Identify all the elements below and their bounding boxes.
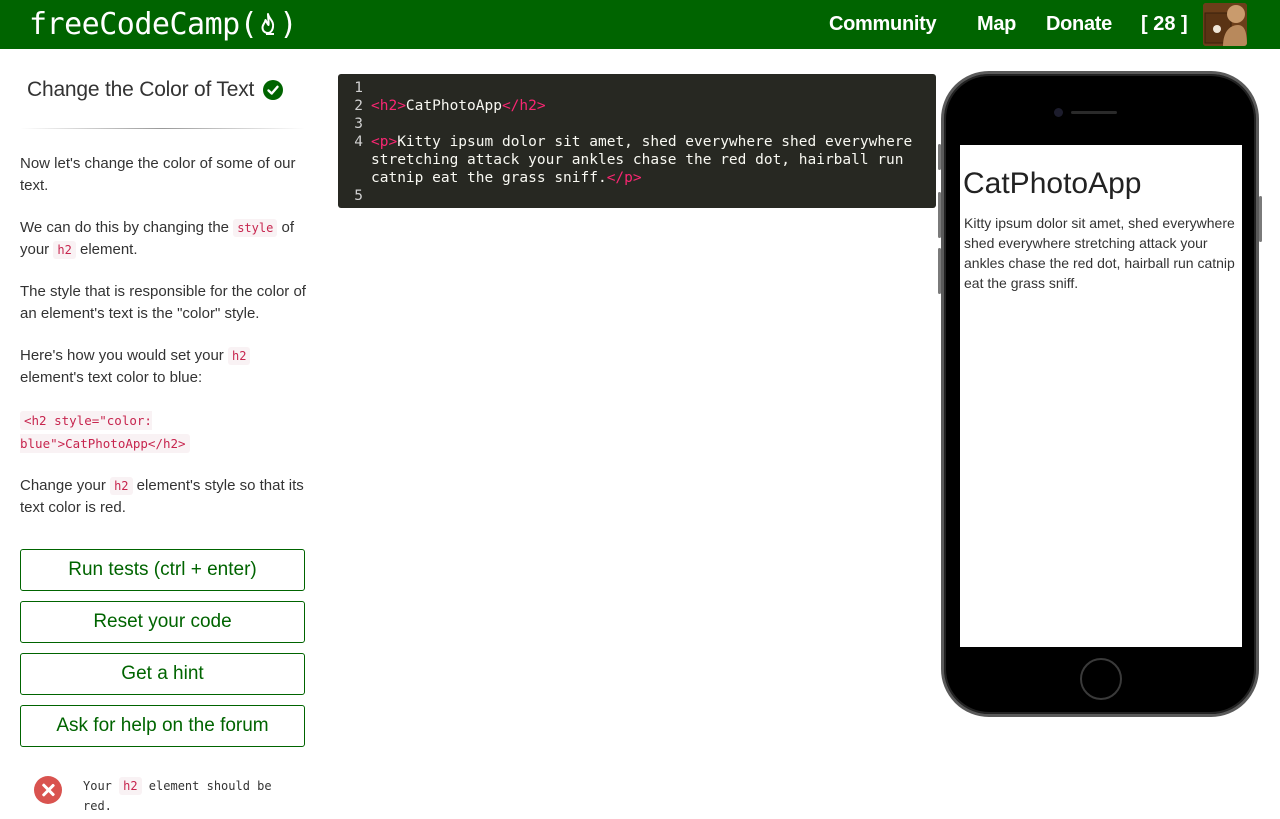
code-text: CatPhotoApp: [405, 98, 502, 114]
phone-camera: [1054, 108, 1063, 117]
line-number: 1: [354, 80, 363, 96]
preview-screen: CatPhotoApp Kitty ipsum dolor sit amet, …: [960, 145, 1242, 647]
run-tests-button[interactable]: Run tests (ctrl + enter): [20, 549, 305, 591]
flame-icon: [261, 13, 275, 35]
code-tag: </h2>: [501, 98, 546, 114]
title-row: Change the Color of Text: [27, 78, 284, 102]
check-circle-icon: [263, 80, 284, 100]
nav-link-community[interactable]: Community: [829, 13, 937, 36]
brand-prefix: freeCodeCamp(: [29, 6, 258, 42]
preview-paragraph: Kitty ipsum dolor sit amet, shed everywh…: [964, 215, 1235, 291]
phone-mute-switch: [938, 144, 941, 170]
desc-text: element.: [75, 241, 138, 258]
editor-line[interactable]: 3: [338, 115, 936, 133]
phone-volume-down: [938, 248, 941, 294]
description-paragraph: The style that is responsible for the co…: [20, 281, 310, 325]
line-number: 5: [354, 188, 363, 204]
nav-link-donate[interactable]: Donate: [1046, 13, 1112, 36]
points-counter: [ 28 ]: [1141, 13, 1188, 35]
description-paragraph: Change your h2 element's style so that i…: [20, 475, 310, 519]
desc-text: Now let's change the color of some of ou…: [20, 155, 296, 194]
description-paragraph: We can do this by changing the style of …: [20, 217, 310, 261]
phone-speaker: [1071, 111, 1117, 114]
brand-logo[interactable]: freeCodeCamp( ): [29, 5, 297, 43]
editor-line[interactable]: 5: [338, 187, 936, 205]
inline-code: h2: [227, 347, 251, 365]
editor-line[interactable]: 2 <h2>CatPhotoApp</h2>: [338, 97, 936, 115]
editor-line[interactable]: 4 <p>Kitty ipsum dolor sit amet, shed eve…: [338, 133, 936, 187]
phone-power-button: [1259, 196, 1262, 242]
description-paragraph: <h2 style="color: blue">CatPhotoApp</h2>: [20, 409, 205, 455]
line-number: 2: [354, 98, 363, 114]
line-content[interactable]: <p>Kitty ipsum dolor sit amet, shed ever…: [371, 133, 936, 187]
preview-heading: CatPhotoApp: [963, 167, 1142, 200]
close-circle-icon: [34, 776, 62, 804]
code-example: <h2 style="color: blue">CatPhotoApp</h2>: [20, 411, 190, 453]
line-content[interactable]: <h2>CatPhotoApp</h2>: [371, 97, 936, 115]
test-text-part: Your: [83, 779, 120, 793]
description-paragraph: Now let's change the color of some of ou…: [20, 153, 310, 197]
line-content[interactable]: [371, 79, 936, 97]
code-tag: <p>: [371, 134, 398, 150]
challenge-title: Change the Color of Text: [27, 78, 255, 101]
description-paragraph: Here's how you would set your h2 element…: [20, 345, 310, 389]
navbar: freeCodeCamp( ) Community Map Donate [ 2…: [0, 0, 1280, 49]
reset-code-button[interactable]: Reset your code: [20, 601, 305, 643]
code-text: Kitty ipsum dolor sit amet, shed everywh…: [371, 134, 921, 186]
line-number: 4: [354, 134, 363, 150]
desc-text: The style that is responsible for the co…: [20, 283, 306, 322]
inline-code: style: [233, 219, 278, 237]
brand-suffix: ): [279, 6, 297, 42]
line-content[interactable]: [371, 115, 936, 133]
line-content[interactable]: [371, 187, 936, 205]
code-editor[interactable]: 1 2 <h2>CatPhotoApp</h2> 3 4 <p>Kitty ipsum…: [338, 74, 936, 208]
inline-code: h2: [119, 777, 142, 795]
challenge-description: Now let's change the color of some of ou…: [20, 153, 310, 539]
desc-text: element's text color to blue:: [20, 369, 203, 386]
phone-volume-up: [938, 192, 941, 238]
get-hint-button[interactable]: Get a hint: [20, 653, 305, 695]
test-text: Your h2 element should be red.: [83, 776, 293, 816]
inline-code: h2: [110, 477, 133, 495]
avatar[interactable]: [1203, 3, 1247, 46]
desc-text: Change your: [20, 477, 111, 494]
line-number: 3: [354, 116, 363, 132]
inline-code: h2: [53, 241, 76, 259]
title-divider: [20, 128, 305, 129]
nav-link-map[interactable]: Map: [977, 13, 1016, 36]
phone-home-button: [1080, 658, 1122, 700]
desc-text: Here's how you would set your: [20, 347, 228, 364]
ask-forum-button[interactable]: Ask for help on the forum: [20, 705, 305, 747]
code-tag: <h2>: [371, 98, 406, 114]
phone-preview-frame: CatPhotoApp Kitty ipsum dolor sit amet, …: [938, 71, 1262, 717]
code-tag: </p>: [606, 170, 642, 186]
editor-line[interactable]: 1: [338, 79, 936, 97]
avatar-image-icon: [1203, 3, 1247, 46]
desc-text: We can do this by changing the: [20, 219, 234, 236]
